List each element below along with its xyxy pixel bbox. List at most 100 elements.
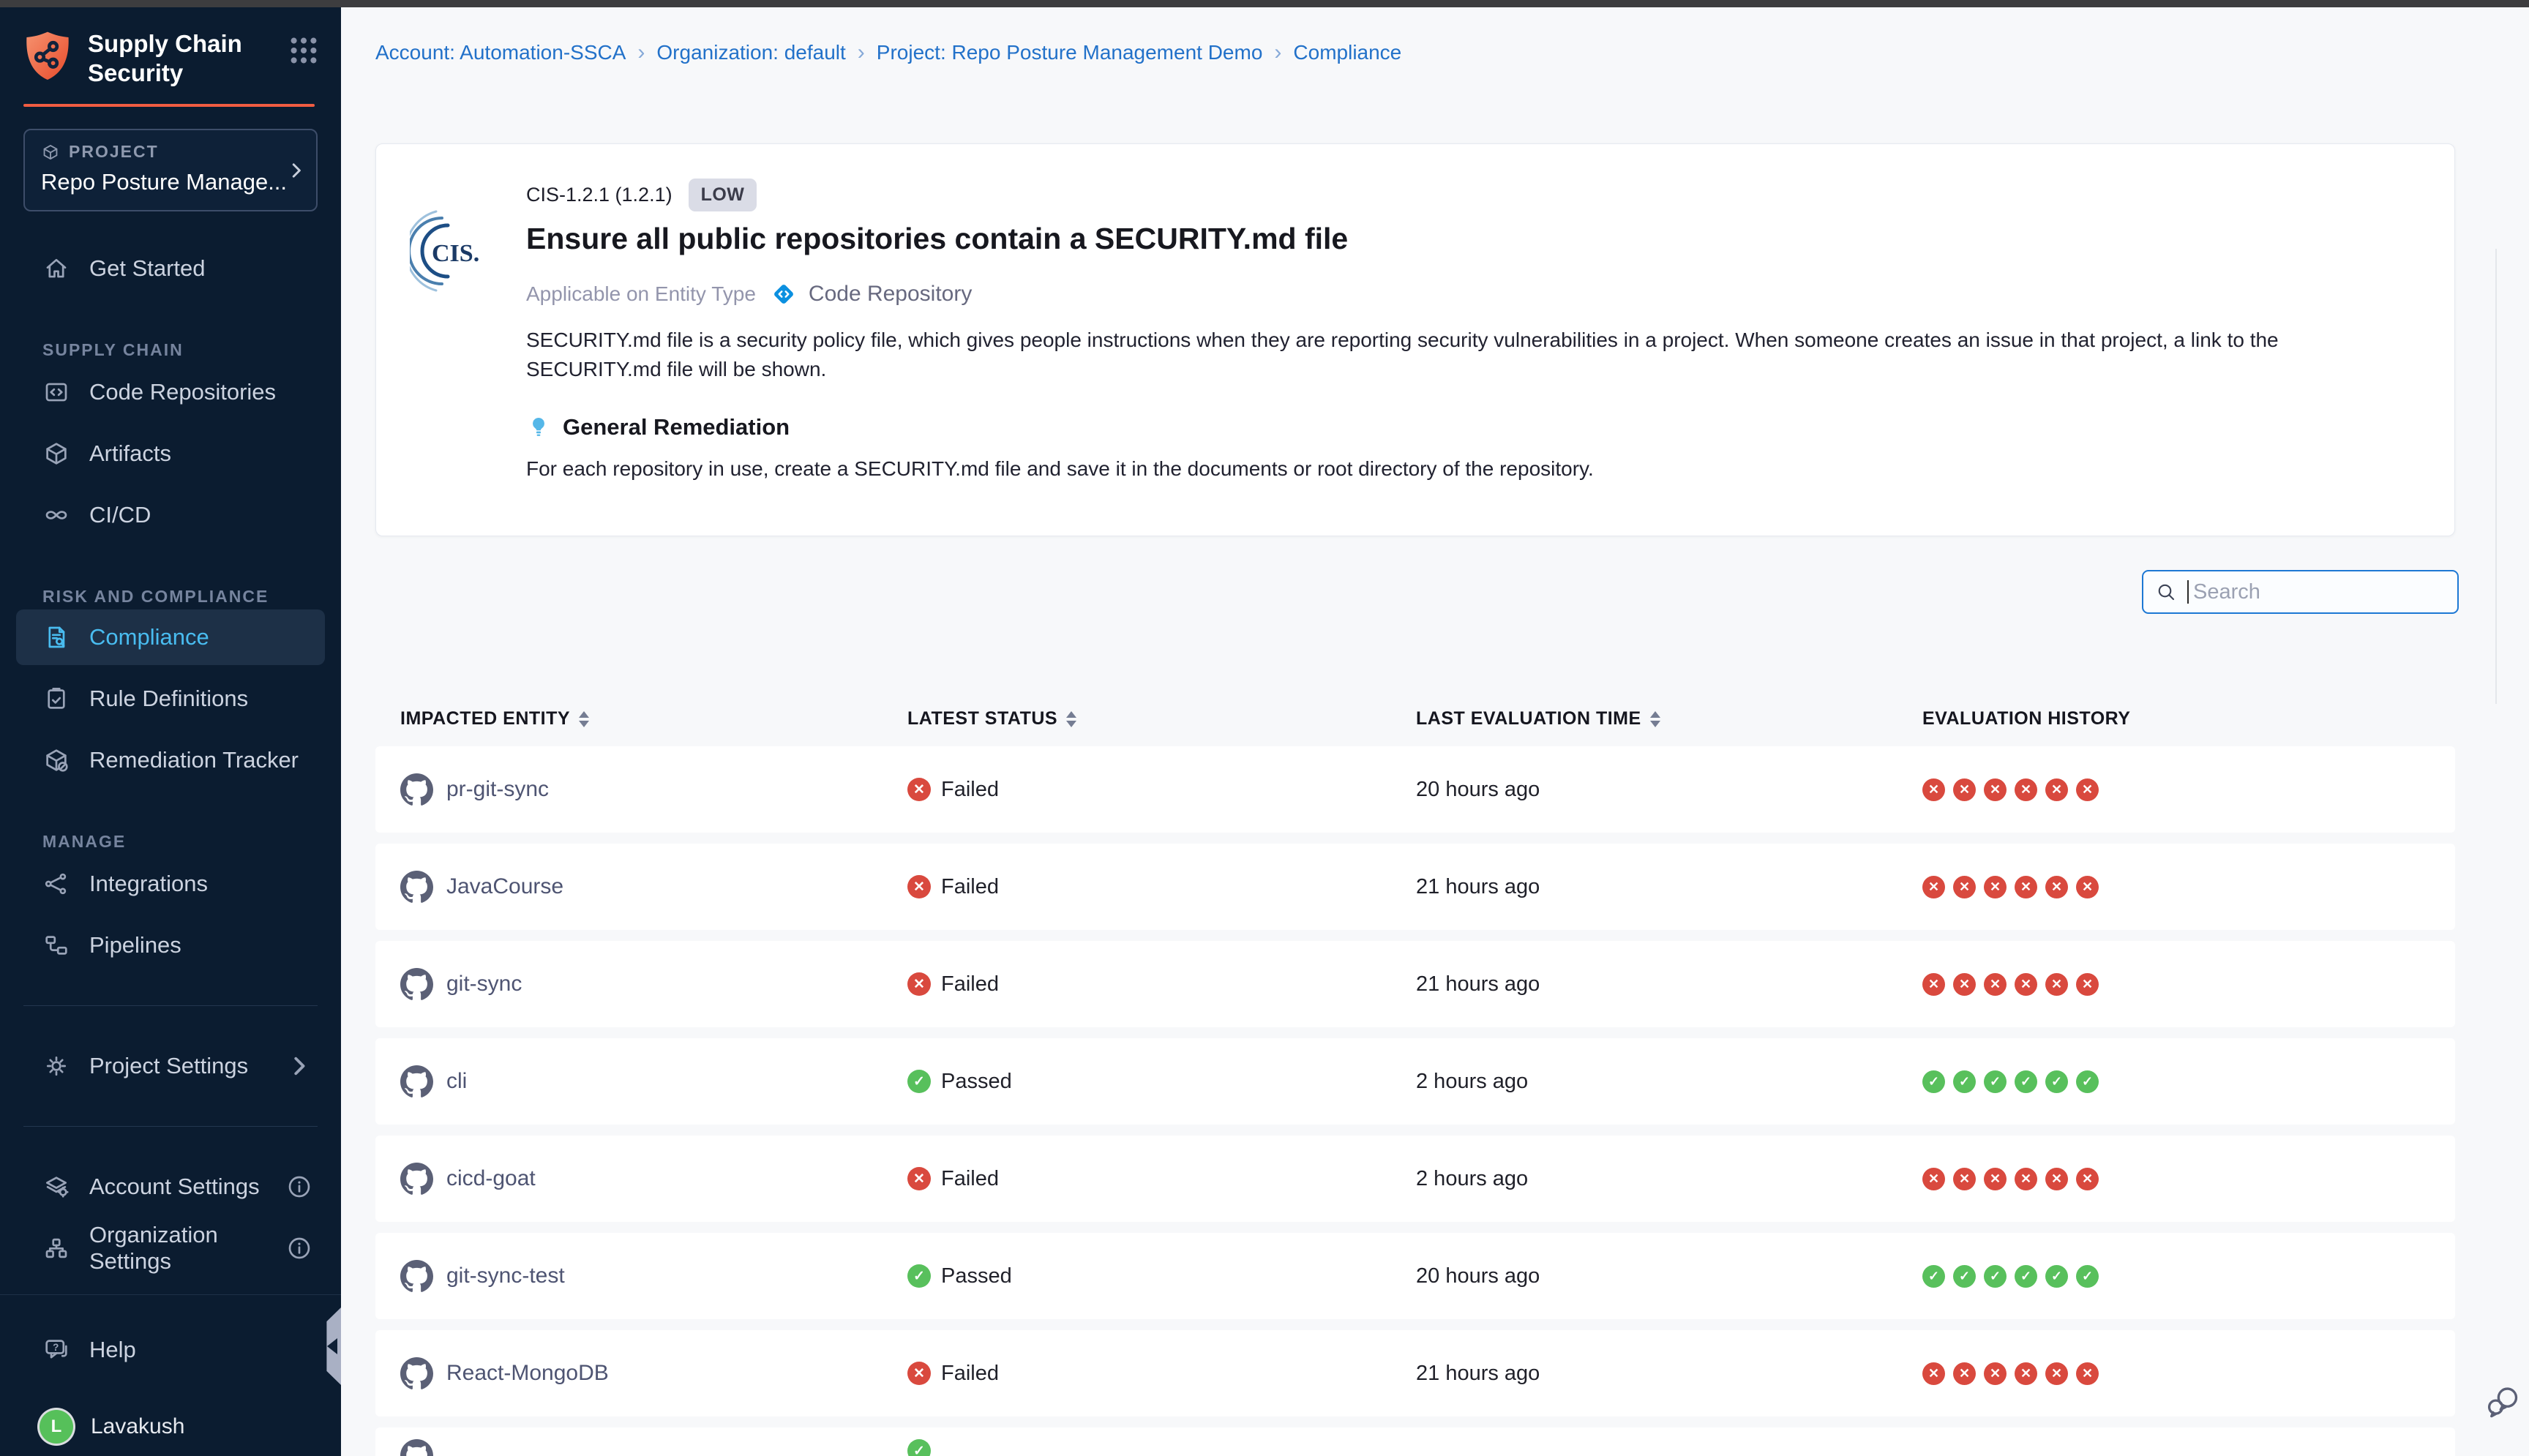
breadcrumb-item-3[interactable]: Compliance	[1293, 41, 1401, 64]
sidebar-item-label: Account Settings	[89, 1174, 260, 1200]
passed-status-icon: ✓	[907, 1439, 931, 1456]
sidebar-item-artifacts[interactable]: Artifacts	[0, 423, 341, 484]
sidebar-item-label: Project Settings	[89, 1053, 248, 1079]
history-fail-icon: ✕	[2045, 973, 2068, 996]
sidebar-item-label: CI/CD	[89, 502, 151, 528]
status-cell: ✕Failed	[907, 941, 999, 1027]
table-row[interactable]: cli✓Passed2 hours ago✓✓✓✓✓✓	[375, 1038, 2455, 1125]
sidebar-item-help[interactable]: ? Help	[0, 1324, 341, 1376]
share-icon	[42, 870, 70, 898]
evaluation-time-cell: 2 hours ago	[1416, 1038, 1528, 1125]
sort-icon[interactable]	[1650, 711, 1660, 727]
entity-type-label: Code Repository	[809, 282, 972, 307]
info-icon[interactable]	[285, 1173, 313, 1201]
sidebar-item-organization-settings[interactable]: Organization Settings	[0, 1217, 341, 1279]
project-selector[interactable]: PROJECT Repo Posture Manage...	[23, 129, 318, 211]
sidebar-item-code-repositories[interactable]: Code Repositories	[0, 361, 341, 423]
table-row[interactable]: ✓	[375, 1427, 2455, 1456]
entity-name[interactable]: git-sync	[446, 972, 522, 997]
feedback-chat-icon[interactable]	[2485, 1383, 2522, 1421]
sidebar-item-label: Organization Settings	[89, 1222, 266, 1275]
evaluation-history-cell: ✕✕✕✕✕✕	[1922, 1136, 2099, 1222]
info-icon[interactable]	[285, 1234, 313, 1262]
table-row[interactable]: JavaCourse✕Failed21 hours ago✕✕✕✕✕✕	[375, 844, 2455, 930]
sidebar-item-label: Pipelines	[89, 932, 181, 958]
entity-cell: git-sync-test	[400, 1233, 565, 1319]
table-row[interactable]: cicd-goat✕Failed2 hours ago✕✕✕✕✕✕	[375, 1136, 2455, 1222]
breadcrumb-item-1[interactable]: Organization: default	[656, 41, 845, 64]
entity-name[interactable]: React-MongoDB	[446, 1361, 609, 1386]
help-label: Help	[89, 1337, 136, 1363]
app-switcher-icon[interactable]	[287, 34, 321, 67]
table-row[interactable]: git-sync-test✓Passed20 hours ago✓✓✓✓✓✓	[375, 1233, 2455, 1319]
status-cell: ✕Failed	[907, 844, 999, 930]
column-header-impacted-entity[interactable]: IMPACTED ENTITY	[400, 708, 589, 729]
column-header-last-evaluation-time[interactable]: LAST EVALUATION TIME	[1416, 708, 1660, 729]
entity-name[interactable]: cicd-goat	[446, 1166, 536, 1191]
doc-search-icon	[42, 623, 70, 651]
sort-up-arrow	[1066, 711, 1076, 718]
evaluation-history-cell: ✕✕✕✕✕✕	[1922, 941, 2099, 1027]
cis-logo: CIS.	[410, 207, 483, 295]
github-icon	[400, 968, 433, 1001]
evaluation-time: 20 hours ago	[1416, 778, 1540, 802]
history-fail-icon: ✕	[1953, 876, 1976, 898]
status-cell: ✓Passed	[907, 1233, 1012, 1319]
column-header-evaluation-history: EVALUATION HISTORY	[1922, 708, 2130, 729]
failed-status-icon: ✕	[907, 778, 931, 801]
sidebar-item-get-started[interactable]: Get Started	[0, 238, 341, 299]
status-label: Failed	[941, 778, 999, 802]
search-input[interactable]	[2193, 580, 2446, 604]
table-row[interactable]: pr-git-sync✕Failed20 hours ago✕✕✕✕✕✕	[375, 746, 2455, 833]
home-icon	[42, 255, 70, 282]
sidebar-item-ci-cd[interactable]: CI/CD	[0, 484, 341, 546]
user-menu[interactable]: L Lavakush	[0, 1397, 341, 1456]
sidebar-item-integrations[interactable]: Integrations	[0, 853, 341, 915]
breadcrumb-item-2[interactable]: Project: Repo Posture Management Demo	[877, 41, 1263, 64]
evaluation-history-cell: ✓✓✓✓✓✓	[1922, 1233, 2099, 1319]
sort-up-arrow	[579, 711, 589, 718]
history-fail-icon: ✕	[1984, 876, 2007, 898]
sidebar-item-rule-definitions[interactable]: Rule Definitions	[0, 668, 341, 729]
sidebar-item-project-settings[interactable]: Project Settings	[0, 1035, 341, 1097]
evaluation-history-cell: ✓✓✓✓✓✓	[1922, 1038, 2099, 1125]
chevron-right-icon	[285, 1052, 313, 1080]
cube-icon	[42, 440, 70, 468]
sidebar-divider	[23, 1126, 318, 1127]
github-icon	[400, 1357, 433, 1390]
column-header-latest-status[interactable]: LATEST STATUS	[907, 708, 1076, 729]
history-pass-icon: ✓	[2045, 1070, 2068, 1093]
sort-icon[interactable]	[579, 711, 589, 727]
code-repo-icon	[42, 378, 70, 406]
entity-name[interactable]: git-sync-test	[446, 1264, 565, 1288]
history-pass-icon: ✓	[1984, 1265, 2007, 1288]
sidebar-item-remediation-tracker[interactable]: Remediation Tracker	[0, 729, 341, 791]
page: Supply Chain Security PROJECT Repo Postu…	[0, 0, 2529, 1456]
history-fail-icon: ✕	[2015, 1362, 2037, 1385]
history-pass-icon: ✓	[2076, 1265, 2099, 1288]
breadcrumb-separator: ›	[637, 40, 645, 65]
text-caret	[2187, 580, 2189, 604]
table-row[interactable]: git-sync ✕Failed 21 hours ago ✕✕✕✕✕✕	[375, 941, 2455, 1027]
entity-name[interactable]: pr-git-sync	[446, 777, 549, 802]
sidebar-item-account-settings[interactable]: Account Settings	[0, 1156, 341, 1217]
column-label: IMPACTED ENTITY	[400, 708, 570, 729]
entity-name[interactable]: JavaCourse	[446, 874, 563, 899]
project-name: Repo Posture Manage...	[41, 169, 277, 195]
breadcrumb-item-0[interactable]: Account: Automation-SSCA	[375, 41, 626, 64]
entity-name[interactable]: cli	[446, 1069, 467, 1094]
status-cell: ✓Passed	[907, 1038, 1012, 1125]
sidebar-item-pipelines[interactable]: Pipelines	[0, 915, 341, 976]
status-label: Failed	[941, 1362, 999, 1386]
evaluation-time-cell: 2 hours ago	[1416, 1136, 1528, 1222]
column-label: LAST EVALUATION TIME	[1416, 708, 1641, 729]
history-pass-icon: ✓	[2076, 1070, 2099, 1093]
history-fail-icon: ✕	[1922, 1168, 1945, 1190]
evaluation-time: 21 hours ago	[1416, 972, 1540, 997]
infinity-icon	[42, 501, 70, 529]
rule-title: Ensure all public repositories contain a…	[526, 222, 2425, 260]
sort-icon[interactable]	[1066, 711, 1076, 727]
table-row[interactable]: React-MongoDB✕Failed21 hours ago✕✕✕✕✕✕	[375, 1330, 2455, 1416]
sidebar-item-compliance[interactable]: Compliance	[16, 609, 325, 665]
search-box[interactable]	[2142, 570, 2459, 614]
